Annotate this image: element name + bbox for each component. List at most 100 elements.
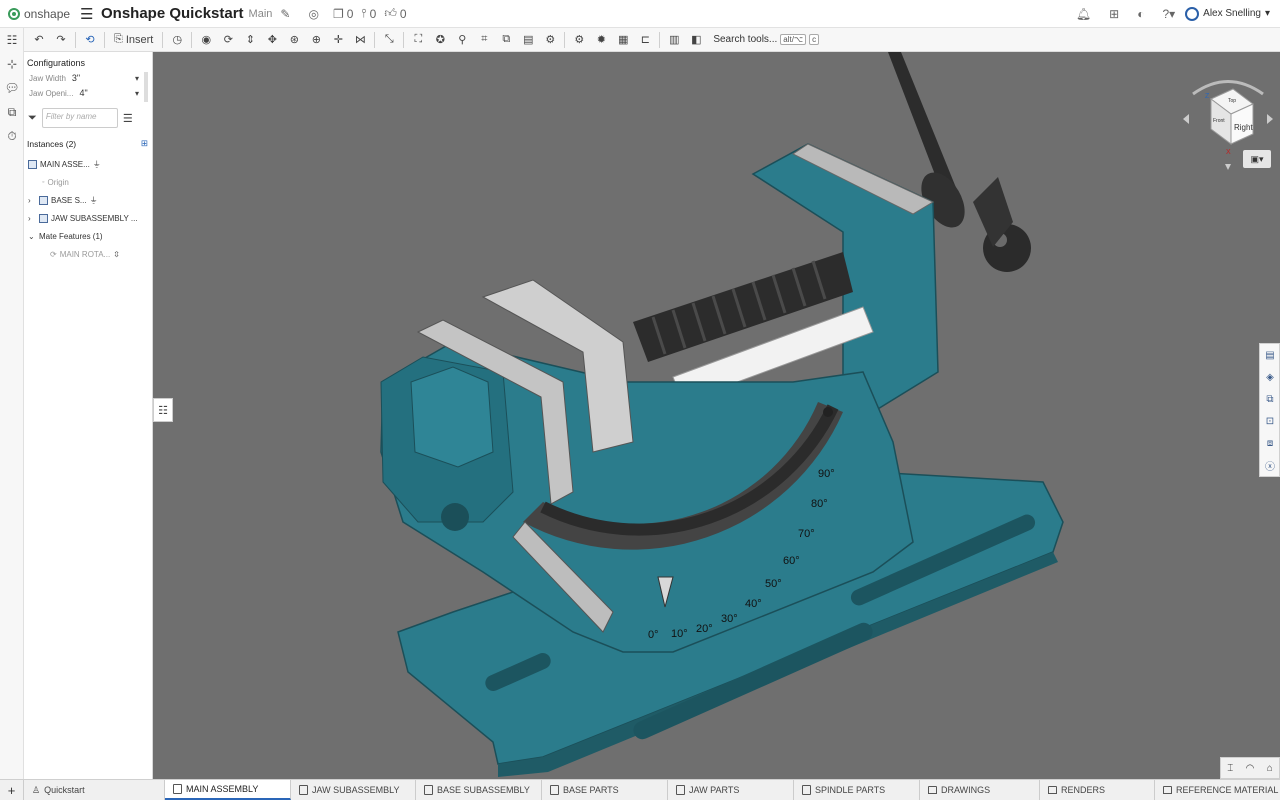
configurations-list[interactable]: Jaw Width 3" ▾ Jaw Openi... 4" ▾	[24, 72, 148, 102]
menu-icon[interactable]: ☰	[80, 5, 96, 23]
recycle-icon[interactable]: ⟲	[79, 30, 101, 50]
config-value: 4"	[79, 88, 88, 98]
pin-slot-mate-icon[interactable]: ⊕	[305, 30, 327, 50]
document-title[interactable]: Onshape Quickstart	[101, 5, 244, 22]
angle-label-90: 90°	[818, 468, 835, 480]
display-states-icon[interactable]: ◧	[685, 30, 707, 50]
named-views-icon[interactable]: ⌂	[1267, 763, 1273, 774]
versions-button[interactable]: ❐ 0	[333, 7, 353, 21]
filter-icon[interactable]: ⏷	[28, 112, 37, 125]
explode-icon[interactable]: ✹	[590, 30, 612, 50]
branches-button[interactable]: ⫯ 0	[361, 6, 376, 21]
tree-item-main-rotation[interactable]: ⟳ MAIN ROTA... ⇳	[24, 245, 152, 263]
part-studio-icon	[802, 785, 811, 795]
shortcut-key: alt/⌥	[780, 34, 807, 45]
mass-properties-icon[interactable]: ⊡	[1260, 410, 1280, 432]
tab-label: MAIN ASSEMBLY	[186, 784, 259, 794]
app-store-icon[interactable]: ⊞	[1109, 7, 1119, 21]
tab-reference-material[interactable]: REFERENCE MATERIAL	[1155, 780, 1280, 800]
branch-label[interactable]: Main	[249, 8, 273, 20]
onshape-logo[interactable]: onshape	[0, 7, 72, 21]
mate-connector-tool-icon[interactable]: ✪	[429, 30, 451, 50]
insert-button[interactable]: ⎘ Insert	[108, 30, 159, 50]
rotate-left-icon[interactable]	[1183, 114, 1189, 124]
feature-list-icon[interactable]: ☷	[0, 28, 24, 52]
section-icon[interactable]: ⌶	[1227, 763, 1233, 774]
cylindrical-mate-icon[interactable]: ⊛	[283, 30, 305, 50]
search-tools[interactable]: Search tools... alt/⌥ c	[713, 34, 820, 45]
tangent-mate-icon[interactable]: ⤡	[378, 30, 400, 50]
bom-panel-icon[interactable]: ⧉	[1260, 388, 1280, 410]
rack-pinion-icon[interactable]: ⌗	[473, 30, 495, 50]
tab-renders[interactable]: RENDERS	[1040, 780, 1155, 800]
tree-item-base-subassembly[interactable]: › BASE S... ⏚	[24, 191, 152, 209]
mate-connector-icon[interactable]: ⊹	[0, 52, 24, 76]
slider-mate-icon[interactable]: ⇕	[239, 30, 261, 50]
measure-icon[interactable]: ⊏	[634, 30, 656, 50]
like-button[interactable]: 👍︎ 0	[384, 6, 406, 21]
notifications-icon[interactable]: 🔔︎	[1076, 7, 1091, 21]
tree-item-jaw-subassembly[interactable]: › JAW SUBASSEMBLY ...	[24, 209, 152, 227]
edit-pencil-icon[interactable]: ✎	[280, 7, 290, 21]
config-row[interactable]: Jaw Openi... 4" ▾	[24, 87, 144, 99]
pattern-icon[interactable]: ⚙	[568, 30, 590, 50]
filter-input[interactable]: Filter by name	[41, 108, 118, 128]
redo-icon[interactable]: ↷	[50, 30, 72, 50]
tab-drawings[interactable]: DRAWINGS	[920, 780, 1040, 800]
planar-mate-icon[interactable]: ✥	[261, 30, 283, 50]
tab-base-parts[interactable]: BASE PARTS	[542, 780, 668, 800]
tab-quickstart[interactable]: ♙ Quickstart	[24, 780, 165, 800]
chevron-right-icon[interactable]: ›	[28, 214, 36, 223]
history-icon[interactable]: ⏱︎	[0, 124, 24, 148]
add-tab-button[interactable]: +	[0, 780, 24, 800]
gear-relation-icon[interactable]: ⚲	[451, 30, 473, 50]
bom-icon[interactable]: ▥	[663, 30, 685, 50]
assembly-icon	[28, 159, 37, 169]
properties-icon[interactable]: ▤	[1260, 344, 1280, 366]
tab-base-subassembly[interactable]: BASE SUBASSEMBLY	[416, 780, 542, 800]
revolute-mate-icon[interactable]: ⟳	[217, 30, 239, 50]
user-menu[interactable]: Alex Snelling ▾	[1185, 6, 1270, 21]
tab-jaw-subassembly[interactable]: JAW SUBASSEMBLY	[291, 780, 416, 800]
config-row[interactable]: Jaw Width 3" ▾	[24, 72, 144, 84]
rotate-right-icon[interactable]	[1267, 114, 1273, 124]
clock-icon[interactable]: ◷	[166, 30, 188, 50]
configurations-panel-icon[interactable]: ⧈	[1260, 432, 1280, 454]
globe-icon[interactable]: ◎	[308, 7, 318, 21]
parallel-mate-icon[interactable]: ⋈	[349, 30, 371, 50]
cube-right-label: Right	[1234, 123, 1253, 132]
tree-item-mate-features[interactable]: ⌄ Mate Features (1)	[24, 227, 152, 245]
learning-center-icon[interactable]: ◐	[1137, 7, 1144, 21]
instances-title: Instances (2)	[27, 138, 77, 149]
fastened-mate-icon[interactable]: ◉	[195, 30, 217, 50]
appearance-icon[interactable]: ◈	[1260, 366, 1280, 388]
tab-jaw-parts[interactable]: JAW PARTS	[668, 780, 794, 800]
expand-panel-tab[interactable]: ☷	[153, 398, 173, 422]
linear-relation-icon[interactable]: ▤	[517, 30, 539, 50]
render-mode-icon[interactable]: ◠	[1246, 763, 1255, 774]
new-folder-icon[interactable]: ⊞	[141, 138, 148, 149]
undo-icon[interactable]: ↶	[28, 30, 50, 50]
rotate-down-icon[interactable]	[1225, 164, 1231, 170]
tree-item-main-assembly[interactable]: MAIN ASSE... ⏚	[24, 155, 152, 173]
view-mode-button[interactable]: ▣ ▾	[1243, 150, 1271, 168]
tab-main-assembly[interactable]: MAIN ASSEMBLY	[165, 780, 291, 800]
chevron-down-icon[interactable]: ⌄	[28, 232, 36, 241]
group-icon[interactable]: ⛶	[407, 30, 429, 50]
section-view-icon[interactable]: ▦	[612, 30, 634, 50]
variables-icon[interactable]: ⓧ	[1260, 454, 1280, 476]
tree-item-origin[interactable]: ◦ Origin	[24, 173, 152, 191]
chevron-right-icon[interactable]: ›	[28, 196, 36, 205]
comments-icon[interactable]: 💬︎	[0, 76, 24, 100]
screw-relation-icon[interactable]: ⧉	[495, 30, 517, 50]
ball-mate-icon[interactable]: ✛	[327, 30, 349, 50]
help-icon[interactable]: ?▾	[1162, 7, 1175, 21]
vise-model[interactable]: 0° 10° 20° 30° 40° 50° 60° 70° 80° 90°	[153, 52, 1280, 779]
list-view-icon[interactable]: ☰	[123, 112, 133, 125]
angle-label-80: 80°	[811, 498, 828, 510]
replicate-icon[interactable]: ⚙	[539, 30, 561, 50]
tab-spindle-parts[interactable]: SPINDLE PARTS	[794, 780, 920, 800]
graphics-viewport[interactable]: 0° 10° 20° 30° 40° 50° 60° 70° 80° 90° ☷…	[153, 52, 1280, 779]
parts-icon[interactable]: ⧉	[0, 100, 24, 124]
folder-icon	[928, 786, 937, 794]
